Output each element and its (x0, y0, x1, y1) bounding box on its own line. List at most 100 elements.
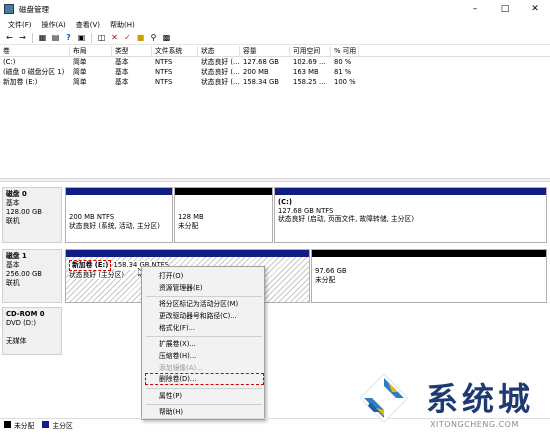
disk-row: 磁盘 1 基本 256.00 GB 联机 新加卷 (E:) 158.34 GB … (0, 249, 550, 303)
menu-item-explorer[interactable]: 资源管理器(E) (159, 283, 203, 293)
menu-action[interactable]: 操作(A) (37, 20, 71, 30)
partition-status: 未分配 (315, 275, 336, 284)
view-icon[interactable]: ▩ (161, 32, 172, 43)
volume-percent-free: 81 % (334, 68, 352, 76)
column-header-filler (359, 46, 550, 56)
title-bar: 磁盘管理 – □ ✕ (0, 0, 550, 18)
disk-1-label[interactable]: 磁盘 1 基本 256.00 GB 联机 (2, 249, 62, 303)
column-header-capacity[interactable]: 容量 (240, 46, 290, 56)
menu-item-properties[interactable]: 属性(P) (159, 391, 182, 401)
volume-status: 状态良好 (... (201, 78, 240, 86)
menu-item-delete-volume[interactable]: 删除卷(D)... (159, 374, 196, 384)
delete-icon[interactable]: ✕ (109, 32, 120, 43)
back-icon[interactable]: ← (4, 32, 15, 43)
menu-help[interactable]: 帮助(H) (105, 20, 140, 30)
connect-icon[interactable]: ◫ (96, 32, 107, 43)
partition-title: (C:) (278, 198, 292, 206)
pane-splitter[interactable] (0, 178, 550, 182)
close-button[interactable]: ✕ (520, 0, 550, 18)
maximize-button[interactable]: □ (490, 0, 520, 18)
column-header-layout[interactable]: 布局 (70, 46, 112, 56)
column-header-volume[interactable]: 卷 (0, 46, 70, 56)
menu-item-format[interactable]: 格式化(F)... (159, 323, 195, 333)
menu-separator (146, 404, 262, 405)
volume-filesystem: NTFS (155, 78, 173, 86)
menu-item-extend-volume[interactable]: 扩展卷(X)... (159, 339, 196, 349)
menu-file[interactable]: 文件(F) (3, 20, 37, 30)
watermark-logo-icon (359, 373, 409, 423)
column-header-type[interactable]: 类型 (112, 46, 152, 56)
volume-status: 状态良好 (... (201, 58, 240, 66)
volume-type: 基本 (115, 78, 129, 86)
menu-bar: 文件(F) 操作(A) 查看(V) 帮助(H) (0, 18, 550, 31)
menu-item-mark-active[interactable]: 将分区标记为活动分区(M) (159, 299, 238, 309)
legend-swatch (42, 421, 50, 428)
menu-item-help[interactable]: 帮助(H) (159, 407, 183, 417)
volume-capacity: 127.68 GB (243, 58, 279, 66)
volume-layout: 简单 (73, 58, 87, 66)
menu-item-shrink-volume[interactable]: 压缩卷(H)... (159, 351, 196, 361)
menu-item-open[interactable]: 打开(O) (159, 271, 183, 281)
volume-list-header: 卷 布局 类型 文件系统 状态 容量 可用空间 % 可用 (0, 46, 550, 57)
watermark-url: XITONGCHENG.COM (430, 420, 519, 429)
column-header-percent-free[interactable]: % 可用 (331, 46, 359, 56)
forward-icon[interactable]: → (17, 32, 28, 43)
disk-size: 128.00 GB (6, 208, 42, 216)
volume-layout: 简单 (73, 78, 87, 86)
column-header-status[interactable]: 状态 (198, 46, 240, 56)
partition-unallocated[interactable]: 128 MB 未分配 (174, 187, 273, 243)
help-icon[interactable]: ? (63, 32, 74, 43)
partition-bar (312, 250, 546, 257)
partition-bar (175, 188, 272, 195)
watermark-text: 系统城 (426, 380, 535, 418)
menu-separator (146, 296, 262, 297)
legend-label: 未分配 (14, 421, 35, 430)
menu-item-change-drive-letter[interactable]: 更改驱动器号和路径(C)... (159, 311, 237, 321)
partition-bar (275, 188, 546, 195)
volume-layout: 简单 (73, 68, 87, 76)
toolbar-separator (32, 32, 33, 43)
volume-name: (C:) (3, 58, 16, 66)
legend-item-unallocated: 未分配 (4, 420, 34, 430)
table-row[interactable]: (磁盘 0 磁盘分区 1) 简单 基本 NTFS 状态良好 (... 200 M… (0, 67, 550, 77)
partition-c-drive[interactable]: (C:) 127.68 GB NTFS 状态良好 (启动, 页面文件, 故障转储… (274, 187, 547, 243)
volume-percent-free: 100 % (334, 78, 356, 86)
menu-view[interactable]: 查看(V) (71, 20, 105, 30)
disk-row: CD-ROM 0 DVD (D:) 无媒体 (0, 307, 550, 355)
minimize-button[interactable]: – (460, 0, 490, 18)
partition-status: 未分配 (178, 221, 199, 230)
column-header-filesystem[interactable]: 文件系统 (152, 46, 198, 56)
table-row[interactable]: 新加卷 (E:) 简单 基本 NTFS 状态良好 (... 158.34 GB … (0, 77, 550, 87)
menu-separator (146, 336, 262, 337)
volume-filesystem: NTFS (155, 58, 173, 66)
disk-type: DVD (D:) (6, 319, 36, 327)
volume-list: 卷 布局 类型 文件系统 状态 容量 可用空间 % 可用 (C:) 简单 基本 … (0, 46, 550, 87)
column-header-free-space[interactable]: 可用空间 (290, 46, 331, 56)
partition-system-reserved[interactable]: 200 MB NTFS 状态良好 (系统, 活动, 主分区) (65, 187, 173, 243)
disk-management-app-icon (4, 4, 14, 14)
disk-name: CD-ROM 0 (6, 310, 45, 318)
volume-percent-free: 80 % (334, 58, 352, 66)
properties-icon[interactable]: ▣ (76, 32, 87, 43)
partition-title: 新加卷 (E:) (69, 260, 112, 271)
legend-swatch (4, 421, 11, 428)
disk-type: 基本 (6, 261, 20, 269)
list-view-icon[interactable]: ▤ (50, 32, 61, 43)
cdrom-0-label[interactable]: CD-ROM 0 DVD (D:) 无媒体 (2, 307, 62, 355)
volume-capacity: 200 MB (243, 68, 269, 76)
volume-name: 新加卷 (E:) (3, 78, 38, 86)
partition-bar (66, 188, 172, 195)
search-icon[interactable]: ⚲ (148, 32, 159, 43)
partition-status: 状态良好 (启动, 页面文件, 故障转储, 主分区) (278, 215, 414, 223)
open-icon[interactable]: ■ (135, 32, 146, 43)
context-menu: 打开(O) 资源管理器(E) 将分区标记为活动分区(M) 更改驱动器号和路径(C… (141, 266, 265, 420)
volume-type: 基本 (115, 68, 129, 76)
disk-status: 联机 (6, 217, 20, 225)
disk-status: 无媒体 (6, 337, 27, 345)
console-tree-icon[interactable]: ▦ (37, 32, 48, 43)
disk-0-label[interactable]: 磁盘 0 基本 128.00 GB 联机 (2, 187, 62, 243)
check-icon[interactable]: ✓ (122, 32, 133, 43)
table-row[interactable]: (C:) 简单 基本 NTFS 状态良好 (... 127.68 GB 102.… (0, 57, 550, 67)
partition-unallocated[interactable]: 97.66 GB 未分配 (311, 249, 547, 303)
window-title: 磁盘管理 (19, 4, 49, 14)
